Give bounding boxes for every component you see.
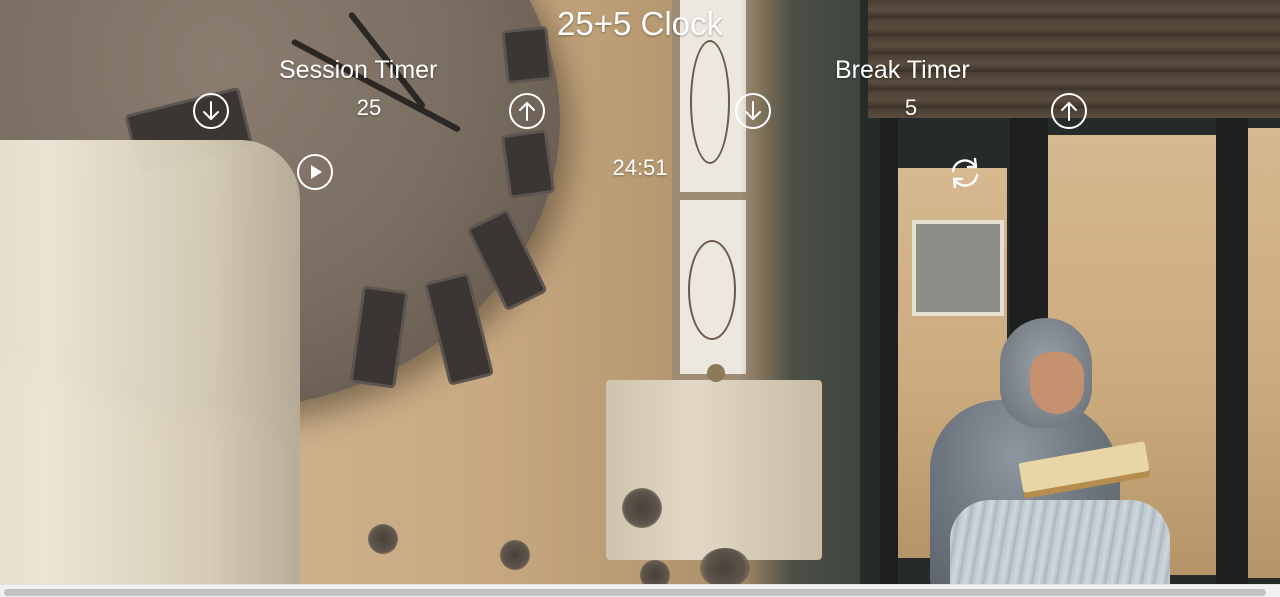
- break-decrement-button[interactable]: [734, 92, 772, 130]
- time-left-display: 24:51: [612, 155, 668, 180]
- arrow-down-circle-icon: [735, 93, 771, 129]
- clock-controls: 25+5 Clock Session Timer Break Timer 25: [0, 0, 1280, 597]
- horizontal-scrollbar[interactable]: [0, 584, 1280, 597]
- arrow-up-circle-icon: [1051, 93, 1087, 129]
- start-stop-button[interactable]: [296, 153, 334, 191]
- session-label: Session Timer: [279, 56, 438, 84]
- session-length: 25: [356, 95, 382, 120]
- break-increment-button[interactable]: [1050, 92, 1088, 130]
- break-label: Break Timer: [835, 56, 970, 84]
- session-increment-button[interactable]: [508, 92, 546, 130]
- play-circle-icon: [297, 154, 333, 190]
- refresh-icon: [951, 157, 979, 189]
- clock-app: 25+5 Clock Session Timer Break Timer 25: [0, 0, 1280, 597]
- arrow-up-circle-icon: [509, 93, 545, 129]
- reset-button[interactable]: [944, 152, 986, 194]
- arrow-down-circle-icon: [193, 93, 229, 129]
- app-title: 25+5 Clock: [556, 5, 723, 42]
- horizontal-scrollbar-thumb[interactable]: [4, 589, 1266, 596]
- break-length: 5: [904, 95, 918, 120]
- session-decrement-button[interactable]: [192, 92, 230, 130]
